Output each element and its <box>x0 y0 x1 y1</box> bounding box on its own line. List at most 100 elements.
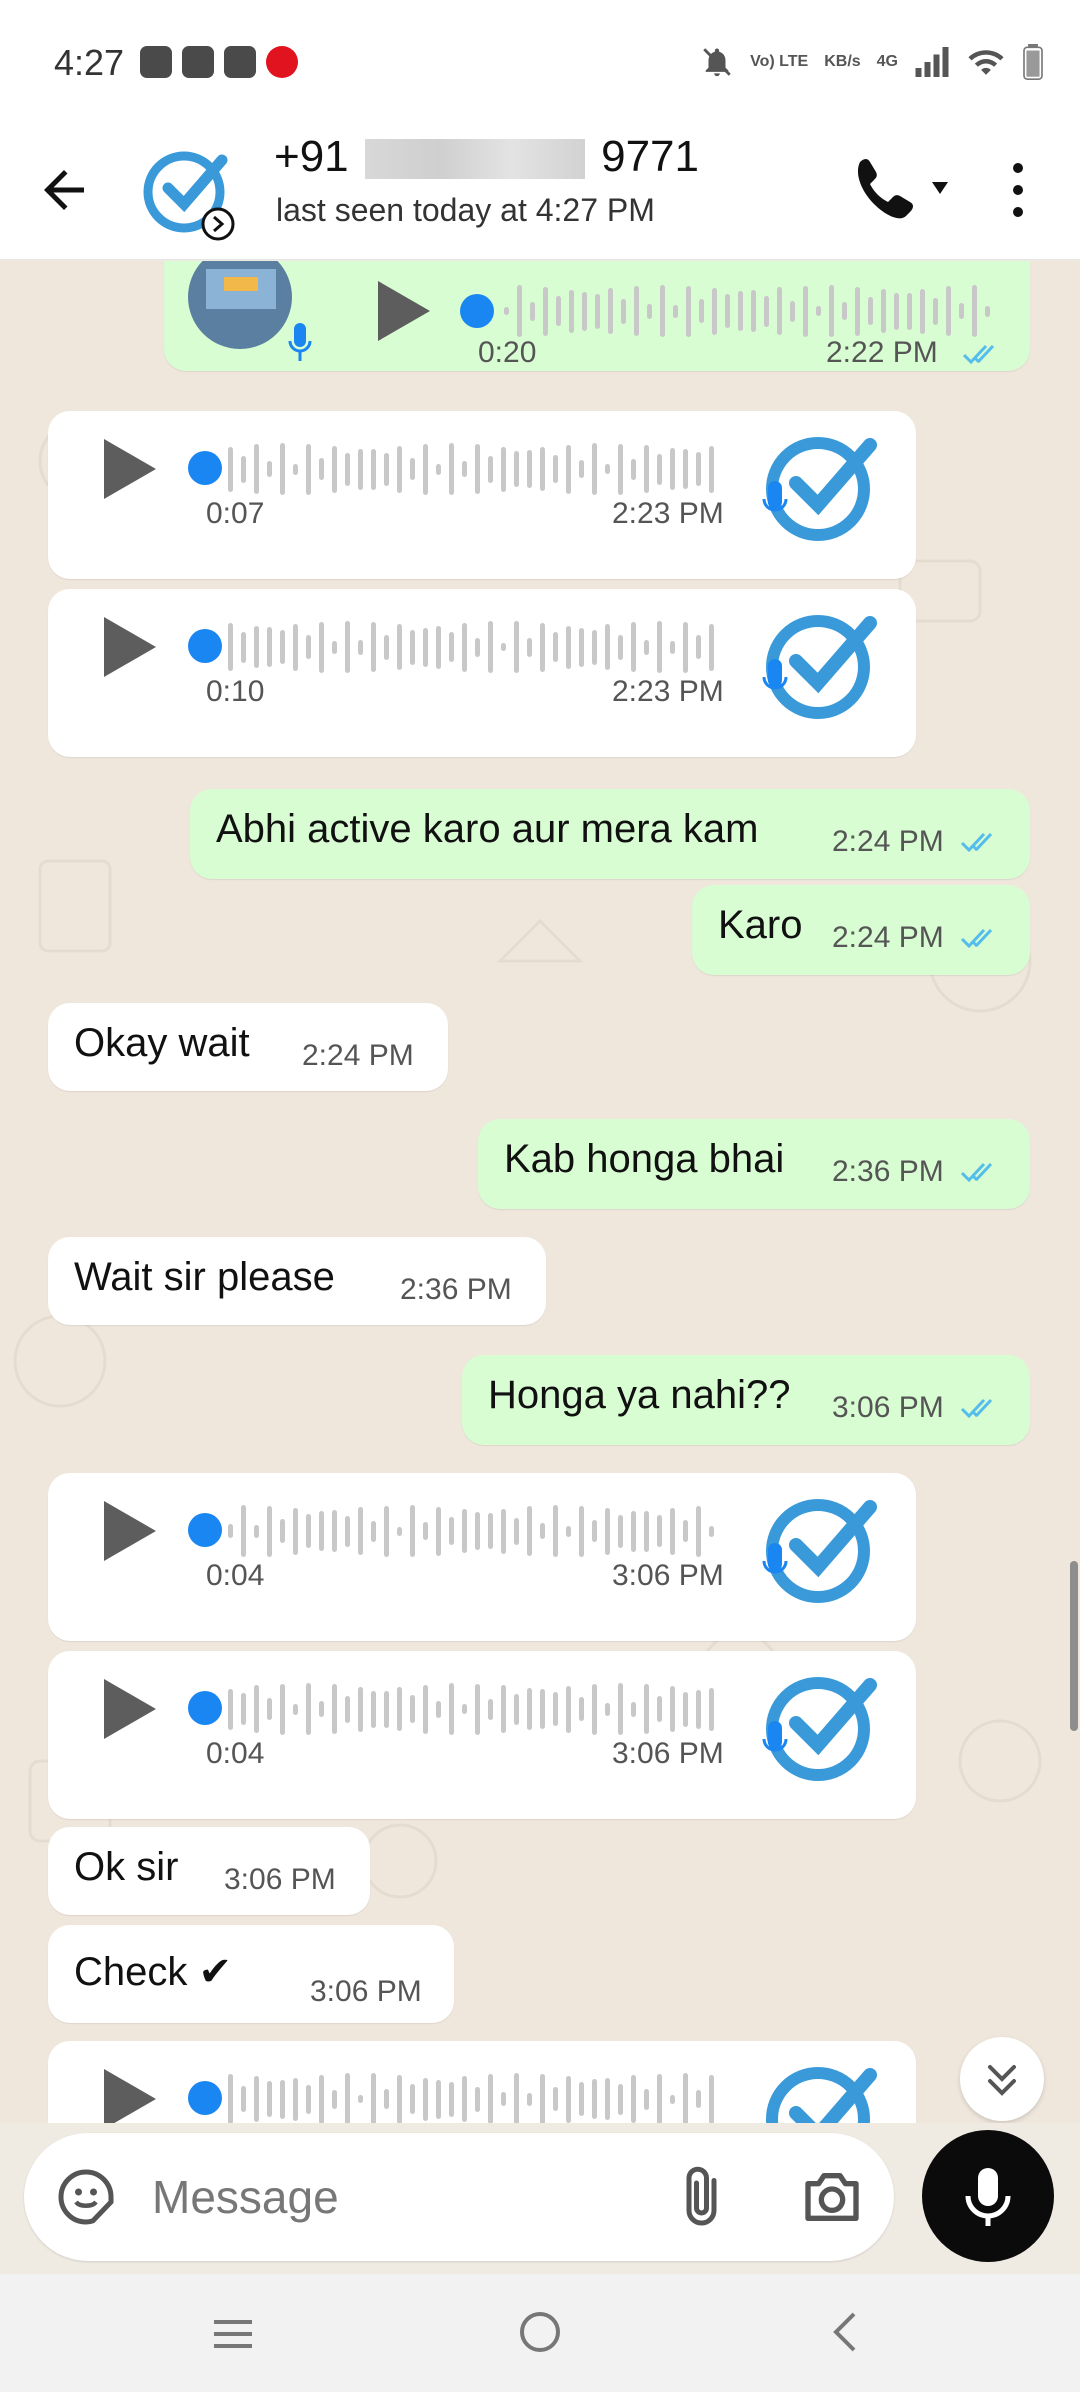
nav-back-icon[interactable] <box>826 2310 866 2354</box>
voice-waveform[interactable] <box>504 281 990 341</box>
voice-progress-dot[interactable] <box>188 451 222 485</box>
voice-progress-dot[interactable] <box>188 1691 222 1725</box>
last-seen-status: last seen today at 4:27 PM <box>276 192 655 228</box>
call-button[interactable] <box>844 150 964 230</box>
waveform-bar <box>686 285 691 337</box>
chat-area[interactable]: 0:20 2:22 PM 0:07 2:23 PM 0:10 2:23 PM A… <box>0 261 1080 2123</box>
message-text: Karo <box>718 903 803 947</box>
waveform-bar <box>579 460 584 478</box>
voice-message-incoming[interactable]: 0:04 3:06 PM <box>48 1473 916 1641</box>
sticker-button[interactable] <box>56 2167 116 2227</box>
play-button[interactable] <box>378 281 430 341</box>
waveform-bar <box>631 622 636 672</box>
waveform-bar <box>228 446 233 492</box>
voice-progress-dot[interactable] <box>188 1513 222 1547</box>
voice-message-incoming[interactable] <box>48 2041 916 2123</box>
voice-message-incoming[interactable]: 0:07 2:23 PM <box>48 411 916 579</box>
signal-icon <box>915 47 949 77</box>
scrollbar-thumb[interactable] <box>1070 1561 1078 1731</box>
waveform-bar <box>267 461 272 477</box>
back-button[interactable] <box>34 160 94 220</box>
camera-button[interactable] <box>800 2167 864 2227</box>
play-button[interactable] <box>104 617 156 677</box>
waveform-bar <box>683 2073 688 2123</box>
read-ticks-icon <box>960 1398 993 1419</box>
waveform-bar <box>540 622 545 672</box>
waveform-bar <box>475 637 480 657</box>
waveform-bar <box>696 1689 701 1729</box>
voice-message-incoming[interactable]: 0:04 3:06 PM <box>48 1651 916 1819</box>
waveform-bar <box>829 285 834 337</box>
voice-duration: 0:20 <box>478 336 537 369</box>
voice-message-outgoing[interactable]: 0:20 2:22 PM <box>164 261 1030 371</box>
attach-button[interactable] <box>674 2163 734 2233</box>
voice-progress-dot[interactable] <box>460 294 494 328</box>
waveform-bar <box>790 300 795 322</box>
voice-waveform[interactable] <box>228 1679 714 1739</box>
waveform-bar <box>423 1684 428 1734</box>
waveform-bar <box>644 2088 649 2110</box>
text-message-outgoing[interactable]: Karo 2:24 PM <box>692 885 1030 975</box>
text-message-outgoing[interactable]: Kab honga bhai 2:36 PM <box>478 1119 1030 1209</box>
text-message-incoming[interactable]: Ok sir 3:06 PM <box>48 1827 370 1915</box>
voice-waveform[interactable] <box>228 439 714 499</box>
voice-waveform[interactable] <box>228 2069 714 2123</box>
contact-name[interactable]: +91 9771 <box>274 132 699 182</box>
text-message-incoming[interactable]: Wait sir please 2:36 PM <box>48 1237 546 1325</box>
waveform-bar <box>410 2084 415 2114</box>
waveform-bar <box>254 2076 259 2122</box>
message-input[interactable] <box>152 2167 672 2227</box>
waveform-bar <box>449 1517 454 1545</box>
text-message-incoming[interactable]: Check ✔ 3:06 PM <box>48 1925 454 2023</box>
play-button[interactable] <box>104 2069 156 2123</box>
waveform-bar <box>488 1513 493 1549</box>
waveform-bar <box>280 2079 285 2119</box>
voice-record-button[interactable] <box>922 2130 1054 2262</box>
scroll-to-bottom-button[interactable] <box>960 2037 1044 2121</box>
waveform-bar <box>449 2081 454 2117</box>
recents-menu-icon[interactable] <box>210 2314 256 2354</box>
waveform-bar <box>566 444 571 494</box>
waveform-bar <box>709 1687 714 1731</box>
read-ticks-icon <box>962 344 995 365</box>
waveform-bar <box>449 1683 454 1735</box>
waveform-bar <box>608 288 613 334</box>
waveform-bar <box>501 1508 506 1554</box>
waveform-bar <box>920 288 925 334</box>
waveform-bar <box>540 1689 545 1729</box>
voice-message-incoming[interactable]: 0:10 2:23 PM <box>48 589 916 757</box>
waveform-bar <box>501 2092 506 2106</box>
waveform-bar <box>306 1514 311 1548</box>
play-button[interactable] <box>104 439 156 499</box>
contact-name-prefix: +91 <box>274 132 349 181</box>
waveform-bar <box>241 1693 246 1725</box>
voice-progress-dot[interactable] <box>188 2081 222 2115</box>
message-text: Wait sir please <box>74 1255 335 1299</box>
waveform-bar <box>621 298 626 324</box>
waveform-bar <box>618 1683 623 1735</box>
message-composer <box>24 2133 894 2261</box>
waveform-bar <box>540 1523 545 1539</box>
waveform-bar <box>540 2073 545 2123</box>
waveform-bar <box>631 1510 636 1552</box>
waveform-bar <box>553 455 558 483</box>
waveform-bar <box>605 1507 610 1555</box>
more-options-button[interactable] <box>998 150 1038 230</box>
text-message-outgoing[interactable]: Honga ya nahi?? 3:06 PM <box>462 1355 1030 1445</box>
waveform-bar <box>579 1697 584 1721</box>
text-message-incoming[interactable]: Okay wait 2:24 PM <box>48 1003 448 1091</box>
voice-waveform[interactable] <box>228 1501 714 1561</box>
waveform-bar <box>345 1515 350 1547</box>
waveform-bar <box>670 640 675 654</box>
waveform-bar <box>777 287 782 335</box>
contact-avatar[interactable] <box>140 142 240 242</box>
waveform-bar <box>644 639 649 655</box>
voice-progress-dot[interactable] <box>188 629 222 663</box>
home-circle-icon[interactable] <box>518 2310 562 2354</box>
voice-waveform[interactable] <box>228 617 714 677</box>
text-message-outgoing[interactable]: Abhi active karo aur mera kam 2:24 PM <box>190 789 1030 879</box>
waveform-bar <box>514 2073 519 2123</box>
play-button[interactable] <box>104 1501 156 1561</box>
play-button[interactable] <box>104 1679 156 1739</box>
waveform-bar <box>306 635 311 659</box>
